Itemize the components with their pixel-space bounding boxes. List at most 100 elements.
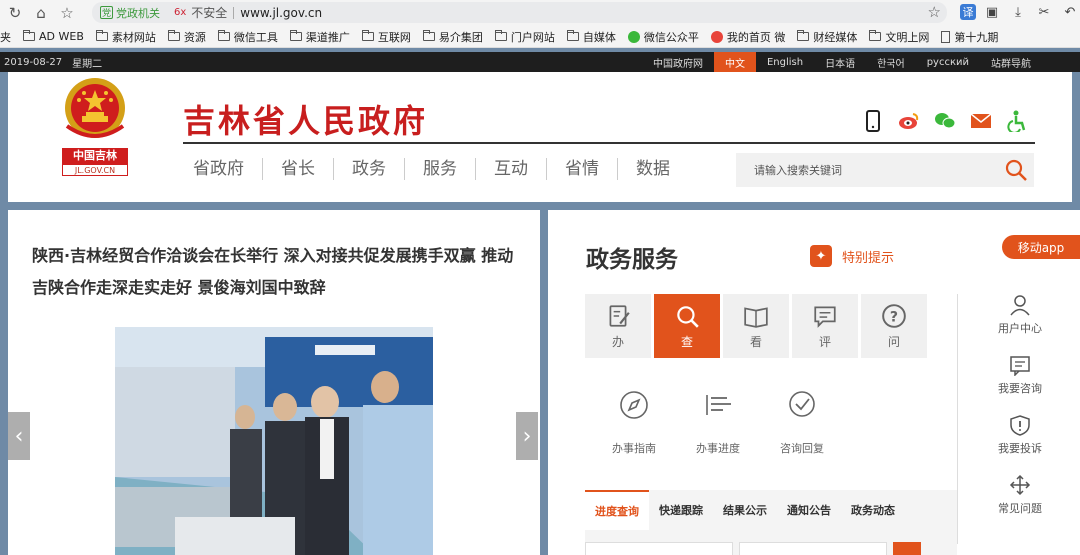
nav-item[interactable]: 数据 — [618, 158, 688, 180]
bookmark-item[interactable]: 第十九期 — [941, 29, 998, 45]
topbar-link[interactable]: 中文 — [713, 52, 756, 72]
progress-icon — [706, 395, 731, 415]
quick-link[interactable]: 我要投诉 — [988, 414, 1052, 474]
bookmark-label: 夹 — [0, 30, 11, 44]
search-input[interactable] — [736, 153, 986, 187]
comment-icon — [814, 305, 836, 328]
nav-item[interactable]: 省情 — [547, 158, 618, 180]
mail-icon[interactable] — [970, 110, 992, 132]
folder-icon — [23, 30, 35, 41]
service-tile[interactable]: 查 — [654, 294, 720, 358]
topbar-link[interactable]: 日本语 — [814, 52, 866, 72]
service-subitem[interactable]: 办事指南 — [592, 390, 676, 456]
query-submit-button[interactable] — [893, 542, 921, 555]
search-icon[interactable] — [1004, 158, 1028, 182]
services-title: 政务服务 — [586, 247, 678, 273]
service-tile[interactable]: 看 — [723, 294, 789, 358]
bookmark-item[interactable]: 财经媒体 — [797, 29, 857, 45]
folder-icon — [95, 30, 108, 41]
cut-icon[interactable]: ✂ — [1034, 2, 1054, 22]
bookmark-item[interactable]: 门户网站 — [494, 29, 555, 45]
bookmarks-bar: 夹 AD WEB 素材网站 资源 微信工具 渠道推广 互联网 易介集团 门户网站 自媒体 微信公众平… — [0, 26, 1080, 48]
address-separator — [233, 6, 235, 19]
wechat-icon[interactable] — [934, 110, 956, 132]
service-tile-label: 查 — [680, 334, 693, 349]
service-tile[interactable]: 办 — [585, 294, 651, 358]
folder-icon — [217, 30, 230, 41]
weibo-icon[interactable] — [898, 110, 920, 132]
site-title[interactable]: 吉林省人民政府 — [183, 96, 428, 142]
query-field-2[interactable] — [739, 542, 887, 555]
news-headline[interactable]: 陕西·吉林经贸合作洽谈会在长举行 深入对接共促发展携手双赢 推动吉陕合作走深走实… — [32, 240, 522, 304]
service-tile-label: 问 — [887, 334, 900, 349]
lightbulb-icon[interactable]: ✦ — [810, 245, 832, 267]
back-icon[interactable]: ↶ — [1060, 2, 1080, 22]
reload-icon[interactable]: ↻ — [4, 2, 26, 24]
topbar-link[interactable]: 한국어 — [866, 52, 916, 72]
toolbar-icons: 译 ▣ ⤓ ✂ ↶ — [960, 2, 1080, 22]
quick-link[interactable]: 我要咨询 — [988, 354, 1052, 414]
bookmark-item[interactable]: 渠道推广 — [289, 29, 350, 45]
service-tile[interactable]: ? 问 — [861, 294, 927, 358]
topbar-link[interactable]: 中国政府网 — [642, 52, 714, 72]
topbar-link[interactable]: 站群导航 — [980, 52, 1042, 72]
home-icon[interactable]: ⌂ — [30, 2, 52, 24]
translate-icon[interactable]: 译 — [960, 4, 976, 20]
site-header: 中国吉林 JL.GOV.CN 吉林省人民政府 省政府 省长 政务 服务 互动 省情 数据 — [8, 72, 1072, 202]
quick-link-label: 常见问题 — [998, 502, 1042, 515]
special-notice-link[interactable]: 特别提示 — [842, 247, 894, 266]
bookmark-item[interactable]: 易介集团 — [422, 29, 483, 45]
bookmark-label: 易介集团 — [438, 30, 483, 44]
bookmark-item[interactable]: AD WEB — [23, 30, 84, 43]
bookmark-item[interactable]: 互联网 — [361, 29, 411, 45]
news-photo[interactable] — [115, 327, 433, 555]
carousel-prev-button[interactable]: ‹ — [8, 412, 30, 460]
url-text[interactable]: www.jl.gov.cn — [240, 6, 322, 20]
quick-link-label: 我要投诉 — [998, 442, 1042, 455]
emblem-label: 中国吉林 — [62, 148, 128, 164]
quick-link[interactable]: 用户中心 — [988, 294, 1052, 354]
query-tab[interactable]: 结果公示 — [713, 490, 777, 530]
bookmark-item[interactable]: 夹 — [0, 29, 11, 45]
folder-icon — [167, 30, 180, 41]
bookmark-item[interactable]: 素材网站 — [95, 29, 156, 45]
mobile-icon[interactable] — [862, 110, 884, 132]
nav-item[interactable]: 服务 — [405, 158, 476, 180]
address-bar[interactable]: 党 党政机关 6x 不安全 www.jl.gov.cn ☆ — [92, 2, 947, 23]
insecure-label: 不安全 — [191, 6, 228, 20]
title-divider — [183, 142, 1035, 144]
extension-icon[interactable]: ▣ — [982, 2, 1002, 22]
nav-item[interactable]: 互动 — [476, 158, 547, 180]
date-text: 2019-08-27 — [4, 56, 63, 68]
topbar-link[interactable]: English — [756, 52, 814, 72]
carousel-next-button[interactable]: › — [516, 412, 538, 460]
national-emblem-icon[interactable] — [62, 76, 128, 142]
download-icon[interactable]: ⤓ — [1008, 2, 1028, 22]
bookmark-item[interactable]: 我的首页 微 — [710, 29, 785, 45]
bookmark-item[interactable]: 资源 — [167, 29, 206, 45]
topbar-link[interactable]: русский — [916, 52, 980, 72]
service-subitem[interactable]: 办事进度 — [676, 390, 760, 456]
service-tile[interactable]: 评 — [792, 294, 858, 358]
mobile-app-button[interactable]: 移动app — [1002, 235, 1080, 259]
query-tab[interactable]: 进度查询 — [585, 490, 649, 530]
bookmark-item[interactable]: 微信公众平 — [627, 29, 699, 45]
bookmark-label: 互联网 — [377, 30, 411, 44]
nav-item[interactable]: 省长 — [263, 158, 334, 180]
bookmark-item[interactable]: 文明上网 — [869, 29, 929, 45]
query-tab[interactable]: 快递跟踪 — [649, 490, 713, 530]
bookmark-item[interactable]: 微信工具 — [217, 29, 278, 45]
query-field-1[interactable] — [585, 542, 733, 555]
accessibility-icon[interactable] — [1006, 110, 1028, 132]
service-subitems: 办事指南 办事进度 咨询回复 — [592, 390, 844, 456]
nav-item[interactable]: 政务 — [334, 158, 405, 180]
book-icon — [744, 306, 768, 328]
favorite-star-icon[interactable]: ☆ — [928, 3, 941, 21]
query-tab[interactable]: 通知公告 — [777, 490, 841, 530]
bookmark-star-icon[interactable]: ☆ — [56, 2, 78, 24]
query-tab[interactable]: 政务动态 — [841, 490, 905, 530]
service-subitem[interactable]: 咨询回复 — [760, 390, 844, 456]
nav-item[interactable]: 省政府 — [183, 158, 263, 180]
quick-link[interactable]: 常见问题 — [988, 474, 1052, 534]
bookmark-item[interactable]: 自媒体 — [566, 29, 616, 45]
